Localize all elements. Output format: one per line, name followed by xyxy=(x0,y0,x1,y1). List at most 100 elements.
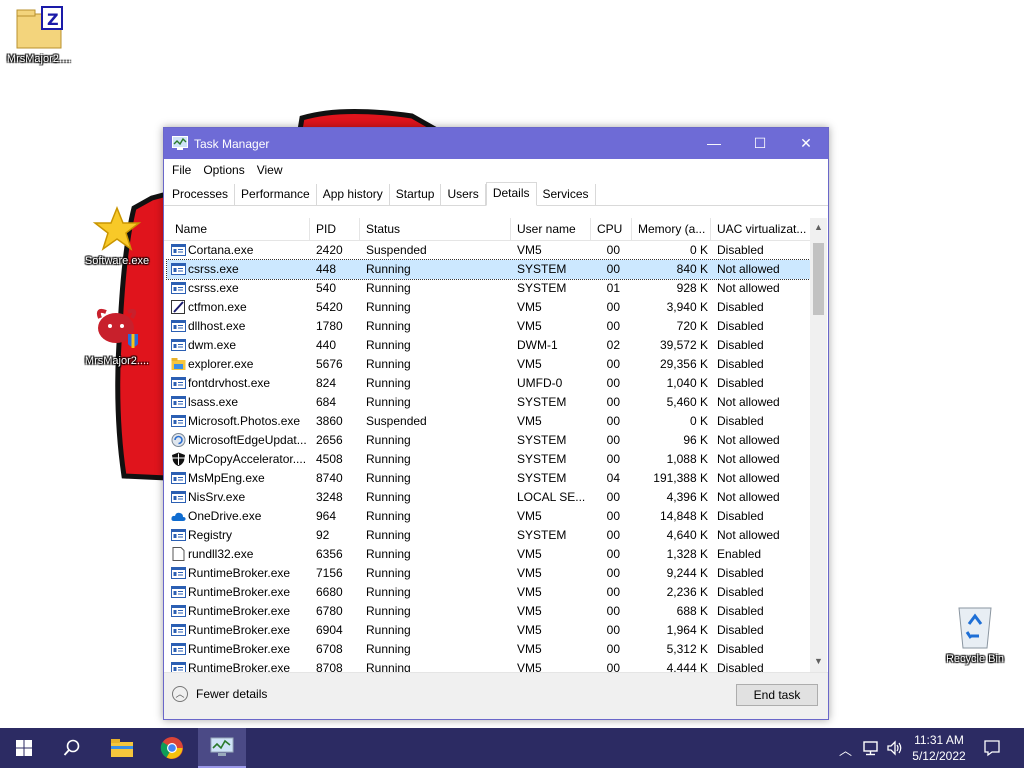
maximize-button[interactable]: ☐ xyxy=(737,128,783,159)
table-row[interactable]: rundll32.exe 6356 Running VM5 00 1,328 K Enabl… xyxy=(167,545,810,564)
cell-name: Microsoft.Photos.exe xyxy=(188,414,301,428)
cell-user-name: SYSTEM xyxy=(517,281,567,295)
tab-details[interactable]: Details xyxy=(485,182,537,206)
table-row[interactable]: dllhost.exe 1780 Running VM5 00 720 K Disabled xyxy=(167,317,810,336)
scroll-down-icon[interactable]: ▼ xyxy=(810,656,827,666)
table-row[interactable]: Registry 92 Running SYSTEM 00 4,640 K Not allo… xyxy=(167,526,810,545)
column-header-uac[interactable]: UAC virtualizat... xyxy=(711,218,810,240)
cell-user-name: SYSTEM xyxy=(517,433,567,447)
desktop-icon-recycle-bin[interactable]: Recycle Bin xyxy=(936,602,1014,666)
cell-cpu: 00 xyxy=(606,433,620,447)
folder-icon xyxy=(171,358,186,370)
table-row[interactable]: fontdrvhost.exe 824 Running UMFD-0 00 1,040 K… xyxy=(167,374,810,393)
column-header-user-name[interactable]: User name xyxy=(511,218,591,240)
table-row[interactable]: RuntimeBroker.exe 8708 Running VM5 00 4,444 K… xyxy=(167,659,810,673)
table-row[interactable]: explorer.exe 5676 Running VM5 00 29,356 K Disa… xyxy=(167,355,810,374)
cell-pid: 684 xyxy=(316,395,337,409)
column-header-name[interactable]: Name xyxy=(169,218,310,240)
generic-app-icon xyxy=(171,529,186,541)
table-row[interactable]: RuntimeBroker.exe 6780 Running VM5 00 688 K Di… xyxy=(167,602,810,621)
close-button[interactable]: ✕ xyxy=(783,128,829,159)
end-task-button[interactable]: End task xyxy=(736,684,818,706)
table-row[interactable]: csrss.exe 448 Running SYSTEM 00 840 K Not allo… xyxy=(166,259,811,280)
cell-cpu: 00 xyxy=(606,319,620,333)
cell-uac: Disabled xyxy=(717,414,764,428)
cell-cpu: 00 xyxy=(606,566,620,580)
cell-cpu: 01 xyxy=(606,281,620,295)
table-row[interactable]: MsMpEng.exe 8740 Running SYSTEM 04 191,388 K N… xyxy=(167,469,810,488)
cell-name: OneDrive.exe xyxy=(188,509,262,523)
cell-pid: 8708 xyxy=(316,661,343,673)
tab-users[interactable]: Users xyxy=(441,184,486,205)
volume-icon[interactable] xyxy=(886,740,904,756)
tab-app-history[interactable]: App history xyxy=(317,184,390,205)
cell-memory: 5,312 K xyxy=(666,642,708,656)
notifications-icon[interactable] xyxy=(983,739,1001,757)
network-icon[interactable] xyxy=(862,740,880,756)
search-button[interactable] xyxy=(48,728,96,768)
generic-app-icon xyxy=(171,586,186,598)
table-row[interactable]: OneDrive.exe 964 Running VM5 00 14,848 K Disab… xyxy=(167,507,810,526)
desktop-icon-mrsmajor-exe[interactable]: MrsMajor2.... xyxy=(78,304,156,368)
menu-options[interactable]: Options xyxy=(197,163,250,177)
cell-memory: 2,236 K xyxy=(666,585,708,599)
cell-uac: Disabled xyxy=(717,376,764,390)
cell-name: Registry xyxy=(188,528,233,542)
cell-status: Running xyxy=(366,300,411,314)
cell-memory: 1,088 K xyxy=(666,452,708,466)
cell-user-name: VM5 xyxy=(517,623,542,637)
taskbar-chrome[interactable] xyxy=(148,728,196,768)
column-header-cpu[interactable]: CPU xyxy=(591,218,632,240)
table-row[interactable]: NisSrv.exe 3248 Running LOCAL SE... 00 4,396 … xyxy=(167,488,810,507)
column-header-status[interactable]: Status xyxy=(360,218,511,240)
table-row[interactable]: lsass.exe 684 Running SYSTEM 00 5,460 K Not al… xyxy=(167,393,810,412)
cell-status: Suspended xyxy=(366,243,427,257)
cell-memory: 191,388 K xyxy=(653,471,708,485)
column-header-memory[interactable]: Memory (a... xyxy=(632,218,711,240)
cell-memory: 840 K xyxy=(676,262,708,276)
table-row[interactable]: MicrosoftEdgeUpdat... 2656 Running SYSTEM 00… xyxy=(167,431,810,450)
cell-uac: Disabled xyxy=(717,243,764,257)
table-row[interactable]: Cortana.exe 2420 Suspended VM5 00 0 K Disabled xyxy=(167,241,810,260)
title-bar[interactable]: Task Manager — ☐ ✕ xyxy=(164,128,828,159)
chevron-up-circle-icon: ︿ xyxy=(172,686,188,702)
table-row[interactable]: dwm.exe 440 Running DWM-1 02 39,572 K Disabled xyxy=(167,336,810,355)
menu-view[interactable]: View xyxy=(251,163,289,177)
tab-processes[interactable]: Processes xyxy=(166,184,236,205)
search-icon xyxy=(63,739,80,756)
scroll-thumb[interactable] xyxy=(813,243,824,315)
table-row[interactable]: Microsoft.Photos.exe 3860 Suspended VM5 00 0 … xyxy=(167,412,810,431)
table-row[interactable]: RuntimeBroker.exe 6680 Running VM5 00 2,236 K… xyxy=(167,583,810,602)
cell-name: dllhost.exe xyxy=(188,319,246,333)
taskbar-file-explorer[interactable] xyxy=(98,728,146,768)
generic-app-icon xyxy=(171,377,186,389)
minimize-button[interactable]: — xyxy=(691,128,737,159)
table-row[interactable]: RuntimeBroker.exe 7156 Running VM5 00 9,244 K… xyxy=(167,564,810,583)
tab-startup[interactable]: Startup xyxy=(390,184,442,205)
column-header-pid[interactable]: PID xyxy=(310,218,360,240)
pen-icon xyxy=(171,300,185,314)
cell-name: MpCopyAccelerator.... xyxy=(188,452,307,466)
table-row[interactable]: RuntimeBroker.exe 6708 Running VM5 00 5,312 K… xyxy=(167,640,810,659)
menu-file[interactable]: File xyxy=(166,163,197,177)
desktop-icon-software[interactable]: Software.exe xyxy=(78,205,156,268)
cell-user-name: VM5 xyxy=(517,566,542,580)
fewer-details-button[interactable]: ︿ Fewer details xyxy=(172,686,267,702)
taskbar-task-manager[interactable] xyxy=(198,728,246,768)
vertical-scrollbar[interactable]: ▲ ▼ xyxy=(810,218,827,673)
table-row[interactable]: RuntimeBroker.exe 6904 Running VM5 00 1,964 K… xyxy=(167,621,810,640)
tab-services[interactable]: Services xyxy=(537,184,596,205)
cell-memory: 14,848 K xyxy=(659,509,708,523)
cell-user-name: SYSTEM xyxy=(517,452,567,466)
table-row[interactable]: ctfmon.exe 5420 Running VM5 00 3,940 K Disable… xyxy=(167,298,810,317)
table-row[interactable]: csrss.exe 540 Running SYSTEM 01 928 K Not allo… xyxy=(167,279,810,298)
start-button[interactable] xyxy=(0,728,48,768)
chevron-up-icon[interactable]: ︿ xyxy=(839,740,852,759)
desktop-icon-mrsmajor-zip[interactable]: Z MrsMajor2.... xyxy=(0,6,78,66)
cell-memory: 688 K xyxy=(676,604,708,618)
clock[interactable]: 11:31 AM 5/12/2022 xyxy=(906,732,972,764)
table-row[interactable]: MpCopyAccelerator.... 4508 Running SYSTEM 00… xyxy=(167,450,810,469)
tab-performance[interactable]: Performance xyxy=(235,184,317,205)
scroll-up-icon[interactable]: ▲ xyxy=(810,222,827,232)
cell-name: rundll32.exe xyxy=(188,547,254,561)
